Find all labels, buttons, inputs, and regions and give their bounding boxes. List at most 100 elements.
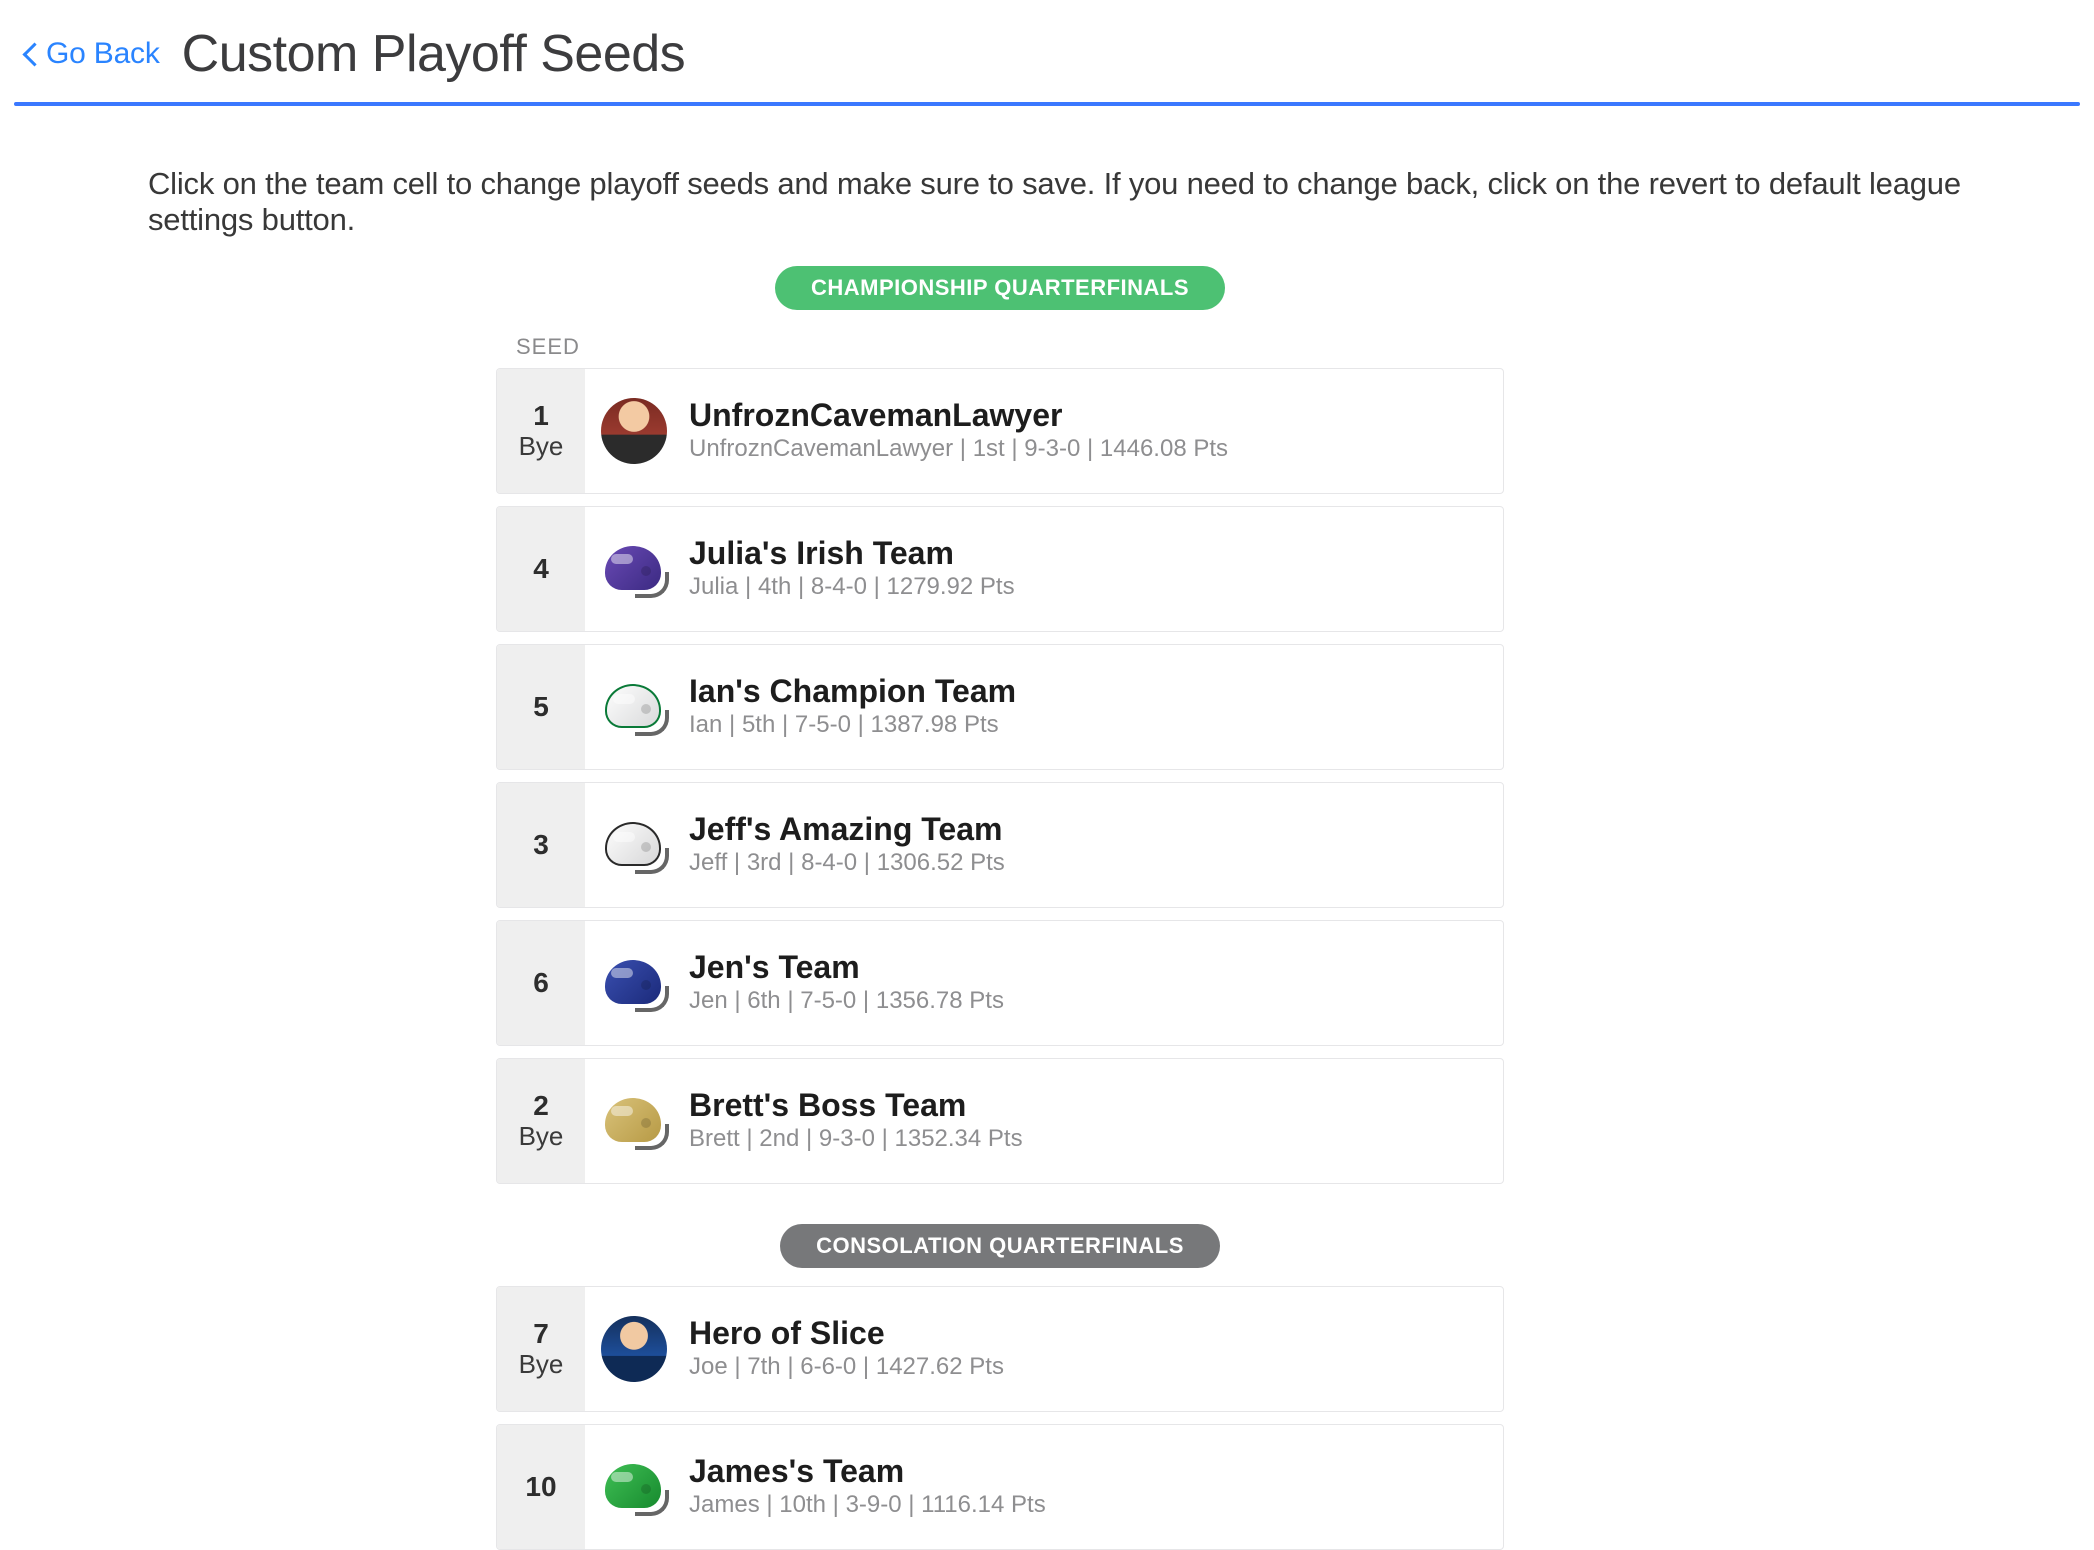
seed-bye-label: Bye <box>519 432 564 461</box>
team-name: Brett's Boss Team <box>689 1089 1023 1123</box>
team-rank: 3rd <box>747 849 782 876</box>
seed-cell: 7 Bye <box>497 1287 585 1411</box>
team-text: Jeff's Amazing Team Jeff | 3rd | 8-4-0 |… <box>689 813 1005 876</box>
team-record: 7-5-0 <box>800 987 856 1014</box>
team-row[interactable]: 5 Ian's Champion Team Ian | 5th | 7-5-0 … <box>496 644 1504 770</box>
team-row[interactable]: 4 Julia's Irish Team Julia | 4th | 8-4-0… <box>496 506 1504 632</box>
team-name: Jen's Team <box>689 951 1004 985</box>
team-rank: 5th <box>742 711 775 738</box>
helmet-icon <box>601 1454 667 1520</box>
team-rank: 10th <box>779 1491 826 1518</box>
championship-pill: CHAMPIONSHIP QUARTERFINALS <box>775 266 1225 310</box>
team-record: 6-6-0 <box>800 1353 856 1380</box>
team-text: Brett's Boss Team Brett | 2nd | 9-3-0 | … <box>689 1089 1023 1152</box>
team-points: 1306.52 Pts <box>877 849 1005 876</box>
team-cell[interactable]: UnfroznCavemanLawyer UnfroznCavemanLawye… <box>585 369 1503 493</box>
team-text: Ian's Champion Team Ian | 5th | 7-5-0 | … <box>689 675 1016 738</box>
team-row[interactable]: 3 Jeff's Amazing Team Jeff | 3rd | 8-4-0… <box>496 782 1504 908</box>
team-record: 7-5-0 <box>795 711 851 738</box>
seed-cell: 10 <box>497 1425 585 1549</box>
content-area: Click on the team cell to change playoff… <box>14 106 1986 1550</box>
team-text: Hero of Slice Joe | 7th | 6-6-0 | 1427.6… <box>689 1317 1004 1380</box>
team-name: James's Team <box>689 1455 1046 1489</box>
team-record: 8-4-0 <box>801 849 857 876</box>
section-header-row: CHAMPIONSHIP QUARTERFINALS <box>14 266 1986 310</box>
team-row[interactable]: 2 Bye Brett's Boss Team Brett | 2nd | 9-… <box>496 1058 1504 1184</box>
team-manager: UnfroznCavemanLawyer <box>689 435 953 462</box>
team-name: Jeff's Amazing Team <box>689 813 1005 847</box>
team-cell[interactable]: James's Team James | 10th | 3-9-0 | 1116… <box>585 1425 1503 1549</box>
seed-cell: 5 <box>497 645 585 769</box>
team-manager: Joe <box>689 1353 728 1380</box>
team-cell[interactable]: Julia's Irish Team Julia | 4th | 8-4-0 |… <box>585 507 1503 631</box>
team-row[interactable]: 1 Bye UnfroznCavemanLawyer UnfroznCavema… <box>496 368 1504 494</box>
team-record: 9-3-0 <box>1024 435 1080 462</box>
seed-number: 6 <box>533 968 549 999</box>
team-record: 3-9-0 <box>846 1491 902 1518</box>
team-cell[interactable]: Jen's Team Jen | 6th | 7-5-0 | 1356.78 P… <box>585 921 1503 1045</box>
team-name: Julia's Irish Team <box>689 537 1015 571</box>
team-meta: Ian | 5th | 7-5-0 | 1387.98 Pts <box>689 711 1016 739</box>
team-text: James's Team James | 10th | 3-9-0 | 1116… <box>689 1455 1046 1518</box>
team-text: Julia's Irish Team Julia | 4th | 8-4-0 |… <box>689 537 1015 600</box>
team-row[interactable]: 7 Bye Hero of Slice Joe | 7th | 6-6-0 | … <box>496 1286 1504 1412</box>
team-points: 1446.08 Pts <box>1100 435 1228 462</box>
chevron-left-icon <box>22 39 40 69</box>
seed-bye-label: Bye <box>519 1350 564 1379</box>
championship-table: SEED 1 Bye UnfroznCavemanLawyer UnfroznC… <box>496 320 1504 1184</box>
page-title: Custom Playoff Seeds <box>182 24 686 84</box>
team-points: 1352.34 Pts <box>895 1125 1023 1152</box>
seed-cell: 1 Bye <box>497 369 585 493</box>
instructions-text: Click on the team cell to change playoff… <box>14 166 1986 266</box>
team-meta: Brett | 2nd | 9-3-0 | 1352.34 Pts <box>689 1125 1023 1153</box>
team-points: 1279.92 Pts <box>887 573 1015 600</box>
team-meta: James | 10th | 3-9-0 | 1116.14 Pts <box>689 1491 1046 1519</box>
seed-number: 3 <box>533 830 549 861</box>
team-cell[interactable]: Hero of Slice Joe | 7th | 6-6-0 | 1427.6… <box>585 1287 1503 1411</box>
team-cell[interactable]: Jeff's Amazing Team Jeff | 3rd | 8-4-0 |… <box>585 783 1503 907</box>
section-header-row: CONSOLATION QUARTERFINALS <box>14 1224 1986 1268</box>
seed-column-header: SEED <box>496 320 1504 368</box>
seed-bye-label: Bye <box>519 1122 564 1151</box>
team-name: Ian's Champion Team <box>689 675 1016 709</box>
team-cell[interactable]: Brett's Boss Team Brett | 2nd | 9-3-0 | … <box>585 1059 1503 1183</box>
seed-cell: 6 <box>497 921 585 1045</box>
seed-cell: 2 Bye <box>497 1059 585 1183</box>
helmet-icon <box>601 950 667 1016</box>
team-meta: Jen | 6th | 7-5-0 | 1356.78 Pts <box>689 987 1004 1015</box>
team-text: Jen's Team Jen | 6th | 7-5-0 | 1356.78 P… <box>689 951 1004 1014</box>
helmet-icon <box>601 536 667 602</box>
seed-number: 5 <box>533 692 549 723</box>
team-meta: Joe | 7th | 6-6-0 | 1427.62 Pts <box>689 1353 1004 1381</box>
go-back-label: Go Back <box>46 37 160 71</box>
team-rank: 6th <box>747 987 780 1014</box>
team-manager: Brett <box>689 1125 740 1152</box>
avatar-icon <box>601 398 667 464</box>
team-rank: 4th <box>758 573 791 600</box>
team-name: Hero of Slice <box>689 1317 1004 1351</box>
page-header: Go Back Custom Playoff Seeds <box>0 0 2094 102</box>
seed-number: 7 <box>533 1319 549 1350</box>
team-record: 9-3-0 <box>819 1125 875 1152</box>
team-row[interactable]: 6 Jen's Team Jen | 6th | 7-5-0 | 1356.78… <box>496 920 1504 1046</box>
helmet-icon <box>601 1088 667 1154</box>
team-name: UnfroznCavemanLawyer <box>689 399 1228 433</box>
seed-number: 4 <box>533 554 549 585</box>
team-manager: Jeff <box>689 849 727 876</box>
team-points: 1427.62 Pts <box>876 1353 1004 1380</box>
team-cell[interactable]: Ian's Champion Team Ian | 5th | 7-5-0 | … <box>585 645 1503 769</box>
consolation-pill: CONSOLATION QUARTERFINALS <box>780 1224 1220 1268</box>
seed-number: 2 <box>533 1091 549 1122</box>
team-points: 1116.14 Pts <box>921 1491 1046 1518</box>
go-back-link[interactable]: Go Back <box>22 37 160 71</box>
team-rank: 1st <box>973 435 1005 462</box>
team-record: 8-4-0 <box>811 573 867 600</box>
team-text: UnfroznCavemanLawyer UnfroznCavemanLawye… <box>689 399 1228 462</box>
team-manager: James <box>689 1491 760 1518</box>
team-row[interactable]: 10 James's Team James | 10th | 3-9-0 | 1… <box>496 1424 1504 1550</box>
team-rank: 2nd <box>759 1125 799 1152</box>
team-meta: UnfroznCavemanLawyer | 1st | 9-3-0 | 144… <box>689 435 1228 463</box>
seed-number: 1 <box>533 401 549 432</box>
seed-cell: 4 <box>497 507 585 631</box>
team-points: 1356.78 Pts <box>876 987 1004 1014</box>
